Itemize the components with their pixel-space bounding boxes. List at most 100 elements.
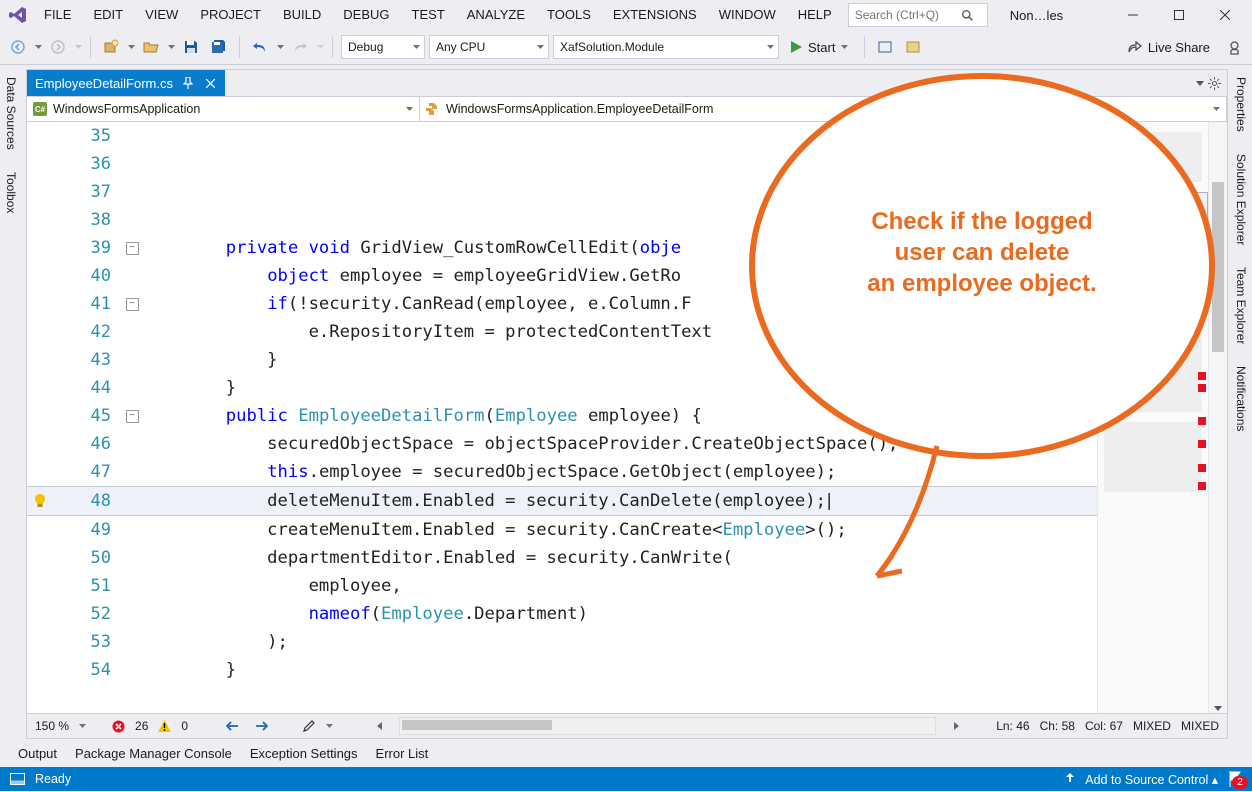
zoom-level[interactable]: 150 % bbox=[35, 719, 69, 733]
play-icon bbox=[791, 41, 802, 53]
live-share-button[interactable]: Live Share bbox=[1120, 35, 1218, 59]
redo-drop[interactable] bbox=[316, 45, 324, 49]
undo-button[interactable] bbox=[248, 35, 272, 59]
redo-button[interactable] bbox=[288, 35, 312, 59]
pin-icon[interactable] bbox=[181, 76, 195, 90]
menu-extensions[interactable]: EXTENSIONS bbox=[603, 3, 707, 27]
nav-back-button[interactable] bbox=[6, 35, 30, 59]
rail-team-explorer[interactable]: Team Explorer bbox=[1232, 263, 1250, 348]
toolbar-btn-2[interactable] bbox=[901, 35, 925, 59]
nav-next-button[interactable] bbox=[252, 716, 272, 736]
save-all-button[interactable] bbox=[207, 35, 231, 59]
fold-toggle[interactable]: − bbox=[126, 242, 139, 255]
insert-mode-2: MIXED bbox=[1181, 719, 1219, 733]
menu-analyze[interactable]: ANALYZE bbox=[457, 3, 535, 27]
csharp-icon: C# bbox=[33, 102, 47, 116]
caret-char: Ch: 58 bbox=[1040, 719, 1075, 733]
tab-title: EmployeeDetailForm.cs bbox=[35, 76, 173, 91]
rail-properties[interactable]: Properties bbox=[1232, 73, 1250, 136]
solution-platform-combo[interactable]: Any CPU bbox=[429, 35, 549, 59]
menu-help[interactable]: HELP bbox=[788, 3, 842, 27]
startup-project-combo[interactable]: XafSolution.Module bbox=[553, 35, 779, 59]
insert-mode-1: MIXED bbox=[1133, 719, 1171, 733]
maximize-button[interactable] bbox=[1156, 1, 1202, 29]
account-label[interactable]: Non…les bbox=[1000, 6, 1073, 25]
nav-prev-button[interactable] bbox=[222, 716, 242, 736]
right-tool-rail: Properties Solution Explorer Team Explor… bbox=[1230, 65, 1252, 739]
save-button[interactable] bbox=[179, 35, 203, 59]
pen-icon[interactable] bbox=[302, 719, 316, 733]
menu-window[interactable]: WINDOW bbox=[709, 3, 786, 27]
tool-tab-output[interactable]: Output bbox=[18, 746, 57, 761]
status-ready: Ready bbox=[35, 772, 71, 786]
open-file-drop[interactable] bbox=[167, 45, 175, 49]
document-well: EmployeeDetailForm.cs C# WindowsFormsApp… bbox=[26, 69, 1228, 739]
error-count: 26 bbox=[135, 719, 148, 733]
menu-tools[interactable]: TOOLS bbox=[537, 3, 601, 27]
undo-drop[interactable] bbox=[276, 45, 284, 49]
tool-tab-pmc[interactable]: Package Manager Console bbox=[75, 746, 232, 761]
menu-test[interactable]: TEST bbox=[402, 3, 455, 27]
new-project-drop[interactable] bbox=[127, 45, 135, 49]
fold-toggle[interactable]: − bbox=[126, 410, 139, 423]
code-line[interactable]: 53 ); bbox=[27, 628, 1097, 656]
callout-line1: Check if the logged bbox=[817, 206, 1147, 237]
minimize-button[interactable] bbox=[1110, 1, 1156, 29]
menu-view[interactable]: VIEW bbox=[135, 3, 188, 27]
standard-toolbar: Debug Any CPU XafSolution.Module Start L… bbox=[0, 30, 1252, 65]
output-pane-icon[interactable] bbox=[10, 773, 25, 785]
callout-line3: an employee object. bbox=[817, 268, 1147, 299]
lightbulb-icon[interactable] bbox=[32, 493, 48, 509]
menu-project[interactable]: PROJECT bbox=[190, 3, 271, 27]
close-tab-icon[interactable] bbox=[203, 76, 217, 90]
status-bar: Ready Add to Source Control ▴ 2 bbox=[0, 767, 1252, 791]
editor-status-bar: 150 % 26 0 Ln: 46 Ch: 58 Col: 67 MIXED M… bbox=[27, 713, 1227, 738]
start-debug-button[interactable]: Start bbox=[783, 35, 856, 59]
menu-edit[interactable]: EDIT bbox=[83, 3, 133, 27]
callout-line2: user can delete bbox=[817, 237, 1147, 268]
notifications-button[interactable]: 2 bbox=[1228, 771, 1242, 787]
warning-icon[interactable] bbox=[158, 720, 171, 732]
horizontal-scrollbar[interactable] bbox=[399, 717, 936, 735]
tool-tab-exception[interactable]: Exception Settings bbox=[250, 746, 358, 761]
source-control-button[interactable]: Add to Source Control ▴ bbox=[1085, 772, 1218, 787]
code-line[interactable]: 54 } bbox=[27, 656, 1097, 684]
fold-toggle[interactable]: − bbox=[126, 298, 139, 311]
caret-col: Col: 67 bbox=[1085, 719, 1123, 733]
window-controls bbox=[1110, 1, 1248, 29]
share-icon bbox=[1128, 40, 1142, 54]
rail-notifications[interactable]: Notifications bbox=[1232, 362, 1250, 435]
class-icon bbox=[426, 103, 440, 115]
menu-debug[interactable]: DEBUG bbox=[333, 3, 399, 27]
menu-file[interactable]: FILE bbox=[34, 3, 81, 27]
nav-forward-button[interactable] bbox=[46, 35, 70, 59]
menu-build[interactable]: BUILD bbox=[273, 3, 331, 27]
upload-icon bbox=[1065, 773, 1075, 785]
error-icon[interactable] bbox=[112, 720, 125, 733]
nav-back-drop[interactable] bbox=[34, 45, 42, 49]
split-icon[interactable] bbox=[1214, 706, 1222, 711]
quick-launch[interactable] bbox=[848, 3, 988, 27]
main-menu: FILE EDIT VIEW PROJECT BUILD DEBUG TEST … bbox=[34, 3, 842, 27]
nav-project-combo[interactable]: C# WindowsFormsApplication bbox=[27, 97, 420, 121]
nav-fwd-drop[interactable] bbox=[74, 45, 82, 49]
search-input[interactable] bbox=[853, 7, 957, 23]
vs-logo-icon bbox=[4, 5, 32, 25]
rail-data-sources[interactable]: Data Sources bbox=[2, 73, 20, 154]
left-tool-rail: Data Sources Toolbox bbox=[0, 65, 22, 739]
feedback-button[interactable] bbox=[1222, 35, 1246, 59]
close-button[interactable] bbox=[1202, 1, 1248, 29]
new-project-button[interactable] bbox=[99, 35, 123, 59]
caret-line: Ln: 46 bbox=[996, 719, 1029, 733]
open-file-button[interactable] bbox=[139, 35, 163, 59]
rail-toolbox[interactable]: Toolbox bbox=[2, 168, 20, 217]
tool-tab-errorlist[interactable]: Error List bbox=[376, 746, 429, 761]
hscroll-right[interactable] bbox=[946, 716, 966, 736]
bottom-tool-tabs: Output Package Manager Console Exception… bbox=[0, 739, 1252, 767]
code-editor[interactable]: 3536373839− private void GridView_Custom… bbox=[27, 122, 1227, 713]
rail-solution-explorer[interactable]: Solution Explorer bbox=[1232, 150, 1250, 249]
solution-config-combo[interactable]: Debug bbox=[341, 35, 425, 59]
toolbar-btn-1[interactable] bbox=[873, 35, 897, 59]
hscroll-left[interactable] bbox=[369, 716, 389, 736]
tab-employee-detail[interactable]: EmployeeDetailForm.cs bbox=[27, 70, 225, 96]
